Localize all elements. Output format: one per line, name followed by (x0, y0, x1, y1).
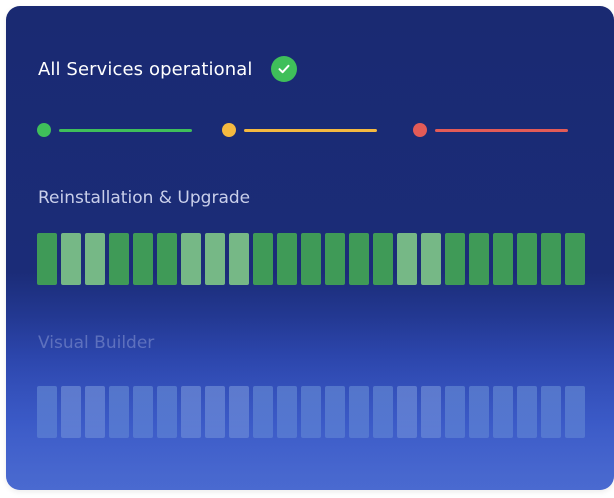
uptime-bar[interactable] (85, 233, 105, 285)
uptime-bar[interactable] (397, 233, 417, 285)
uptime-bar[interactable] (469, 233, 489, 285)
degraded-line (244, 128, 377, 132)
uptime-bar[interactable] (181, 233, 201, 285)
outage-line (435, 128, 568, 132)
uptime-bar[interactable] (565, 233, 585, 285)
uptime-bar[interactable] (229, 233, 249, 285)
uptime-bar[interactable] (349, 386, 369, 438)
uptime-bar[interactable] (565, 386, 585, 438)
uptime-bar[interactable] (325, 233, 345, 285)
uptime-bar[interactable] (61, 233, 81, 285)
uptime-bar[interactable] (541, 233, 561, 285)
uptime-bar[interactable] (277, 233, 297, 285)
legend-degraded (222, 122, 377, 138)
uptime-bar[interactable] (61, 386, 81, 438)
status-card: All Services operational Reinstallation … (6, 6, 614, 490)
uptime-bar[interactable] (301, 386, 321, 438)
degraded-dot-icon (222, 123, 236, 137)
uptime-bar[interactable] (133, 386, 153, 438)
legend-operational (37, 122, 192, 138)
uptime-bar[interactable] (205, 386, 225, 438)
status-title: All Services operational (38, 58, 253, 80)
uptime-bars-visual-builder (37, 386, 585, 438)
uptime-bar[interactable] (37, 233, 57, 285)
uptime-bar[interactable] (253, 233, 273, 285)
uptime-bar[interactable] (445, 233, 465, 285)
outage-dot-icon (413, 123, 427, 137)
service-name-visual-builder: Visual Builder (38, 333, 155, 353)
status-header: All Services operational (38, 56, 297, 82)
uptime-bar[interactable] (421, 386, 441, 438)
uptime-bar[interactable] (325, 386, 345, 438)
operational-line (59, 128, 192, 132)
check-circle-icon (270, 56, 297, 82)
uptime-bar[interactable] (421, 233, 441, 285)
uptime-bars-reinstallation (37, 233, 585, 285)
uptime-bar[interactable] (517, 386, 537, 438)
uptime-bar[interactable] (253, 386, 273, 438)
uptime-bar[interactable] (205, 233, 225, 285)
uptime-bar[interactable] (517, 233, 537, 285)
uptime-bar[interactable] (181, 386, 201, 438)
uptime-bar[interactable] (541, 386, 561, 438)
uptime-bar[interactable] (157, 233, 177, 285)
uptime-bar[interactable] (469, 386, 489, 438)
uptime-bar[interactable] (133, 233, 153, 285)
uptime-bar[interactable] (349, 233, 369, 285)
uptime-bar[interactable] (397, 386, 417, 438)
uptime-bar[interactable] (373, 233, 393, 285)
uptime-bar[interactable] (373, 386, 393, 438)
legend-outage (413, 122, 568, 138)
uptime-bar[interactable] (277, 386, 297, 438)
service-name-reinstallation: Reinstallation & Upgrade (38, 188, 251, 208)
uptime-bar[interactable] (229, 386, 249, 438)
status-legend (37, 122, 577, 138)
uptime-bar[interactable] (493, 386, 513, 438)
uptime-bar[interactable] (109, 386, 129, 438)
uptime-bar[interactable] (37, 386, 57, 438)
uptime-bar[interactable] (85, 386, 105, 438)
uptime-bar[interactable] (109, 233, 129, 285)
uptime-bar[interactable] (493, 233, 513, 285)
uptime-bar[interactable] (445, 386, 465, 438)
uptime-bar[interactable] (157, 386, 177, 438)
uptime-bar[interactable] (301, 233, 321, 285)
operational-dot-icon (37, 123, 51, 137)
